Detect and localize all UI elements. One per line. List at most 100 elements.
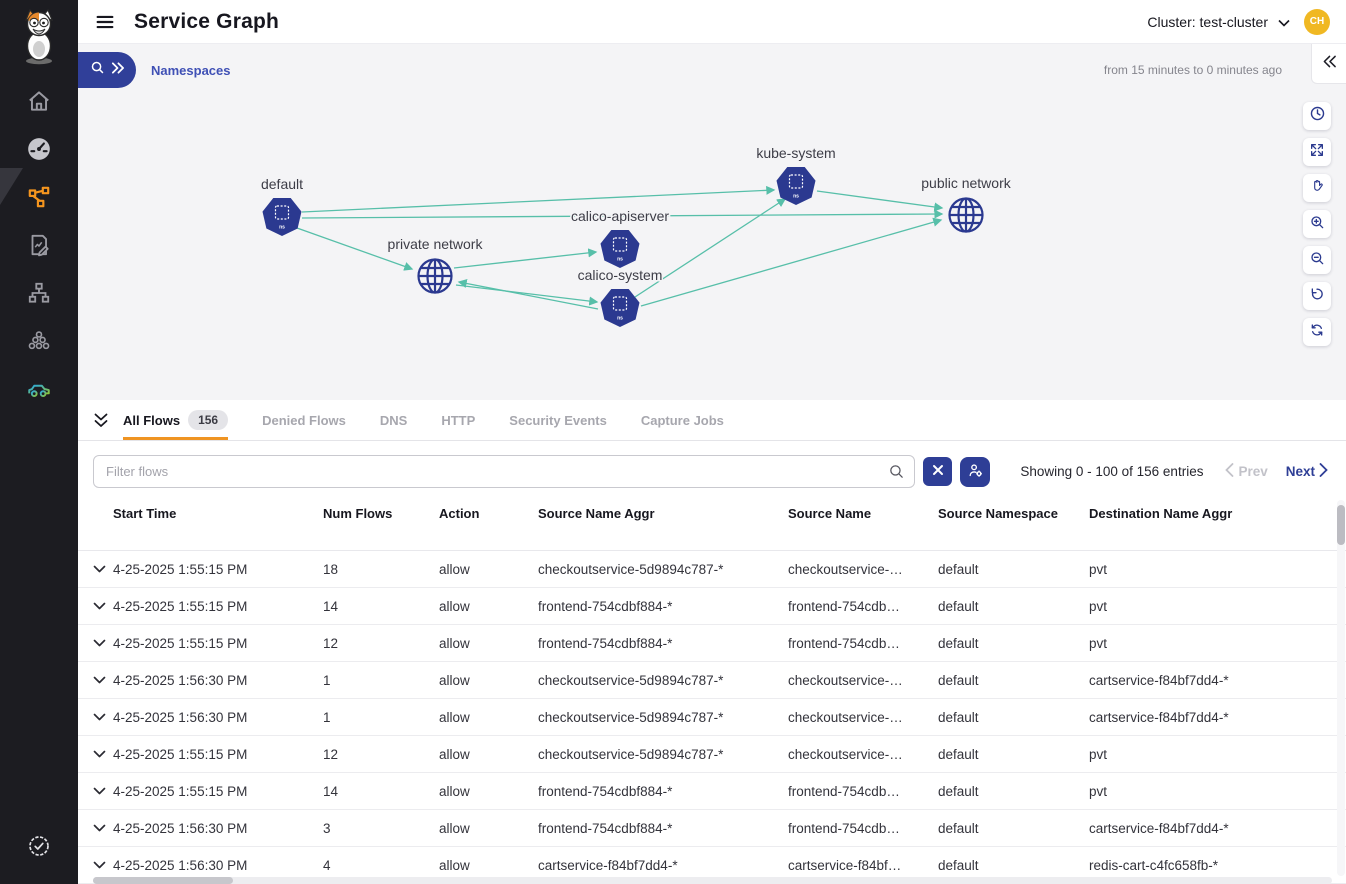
row-expand-chevron-icon[interactable] [93,565,113,574]
graph-edge-private-network-to-calico-system[interactable] [456,285,597,302]
tab-all-flows[interactable]: All Flows156 [123,400,228,440]
column-header[interactable]: Action [439,506,538,550]
vertical-scrollbar[interactable] [1337,500,1345,876]
tab-http[interactable]: HTTP [441,400,475,440]
tab-security-events[interactable]: Security Events [509,400,607,440]
cell-source-name-aggr: frontend-754cdbf884-* [538,821,788,836]
zoom-in-button[interactable] [1303,210,1331,238]
table-row[interactable]: 4-25-2025 1:56:30 PM1allowcheckoutservic… [78,662,1346,699]
cell-source-namespace: default [938,673,1089,688]
sidebar-item-components[interactable] [17,329,61,357]
column-header[interactable]: Num Flows [323,506,439,550]
horizontal-scrollbar[interactable] [93,877,1332,884]
column-header[interactable]: Start Time [113,506,323,550]
graph-node-calico-system[interactable]: nscalico-system [578,267,663,327]
collapse-flows-icon[interactable] [93,412,109,429]
row-expand-chevron-icon[interactable] [93,824,113,833]
column-header[interactable]: Source Name Aggr [538,506,788,550]
sidebar-item-compliance[interactable] [17,834,61,862]
cell-source-name-aggr: frontend-754cdbf884-* [538,599,788,614]
table-row[interactable]: 4-25-2025 1:55:15 PM14allowfrontend-754c… [78,588,1346,625]
table-row[interactable]: 4-25-2025 1:56:30 PM1allowcheckoutservic… [78,699,1346,736]
row-expand-chevron-icon[interactable] [93,787,113,796]
row-expand-chevron-icon[interactable] [93,639,113,648]
page-title: Service Graph [134,10,279,34]
tab-label: Security Events [509,413,607,428]
cell-start-time: 4-25-2025 1:56:30 PM [113,710,323,725]
tab-dns[interactable]: DNS [380,400,407,440]
column-header[interactable]: Destination Name Aggr [1089,506,1332,550]
tab-capture-jobs[interactable]: Capture Jobs [641,400,724,440]
table-row[interactable]: 4-25-2025 1:55:15 PM14allowfrontend-754c… [78,773,1346,810]
pan-button[interactable] [1303,174,1331,202]
collapse-panel-button[interactable] [1311,44,1346,84]
graph-node-default[interactable]: nsdefault [261,176,303,236]
vertical-scrollbar-thumb[interactable] [1337,505,1345,545]
graph-breadcrumb-row: Namespaces from 15 minutes to 0 minutes … [78,50,1346,90]
sidebar-item-policies[interactable] [17,233,61,261]
close-icon [932,464,944,479]
cell-source-namespace: default [938,710,1089,725]
breadcrumb[interactable]: Namespaces [151,63,231,78]
table-row[interactable]: 4-25-2025 1:55:15 PM12allowfrontend-754c… [78,625,1346,662]
cell-num-flows: 1 [323,710,439,725]
sidebar-item-dashboard[interactable] [17,137,61,165]
graph-edge-default-to-kube-system[interactable] [302,190,774,212]
sidebar-item-service-graph[interactable] [17,185,61,213]
filter-flows-input[interactable] [93,455,915,488]
graph-edge-private-network-to-calico-apiserver[interactable] [454,252,596,268]
graph-node-public-network[interactable]: public network [921,175,1011,232]
tab-denied-flows[interactable]: Denied Flows [262,400,346,440]
table-row[interactable]: 4-25-2025 1:55:15 PM18allowcheckoutservi… [78,551,1346,588]
row-expand-chevron-icon[interactable] [93,602,113,611]
table-row[interactable]: 4-25-2025 1:56:30 PM3allowfrontend-754cd… [78,810,1346,847]
row-expand-chevron-icon[interactable] [93,861,113,870]
row-expand-chevron-icon[interactable] [93,713,113,722]
tab-label: All Flows [123,413,180,428]
avatar[interactable]: CH [1304,9,1330,35]
reset-layout-button[interactable] [1303,282,1331,310]
fit-screen-button[interactable] [1303,138,1331,166]
cell-num-flows: 12 [323,747,439,762]
sidebar-item-home[interactable] [17,89,61,117]
flows-table-header: Start TimeNum FlowsActionSource Name Agg… [78,498,1346,551]
car-icon [25,376,53,407]
undo-icon [1309,286,1325,307]
graph-edge-kube-system-to-public-network[interactable] [817,191,942,208]
cell-source-namespace: default [938,747,1089,762]
cell-source-name: checkoutservice-… [788,747,938,762]
graph-toolbar [1303,102,1331,346]
double-chevron-right-icon [111,61,124,79]
cluster-selector[interactable]: Cluster: test-cluster [1147,14,1290,30]
cat-logo[interactable] [18,8,60,71]
graph-search-pill[interactable] [78,52,136,88]
service-graph-canvas[interactable]: nsdefaultprivate networknscalico-apiserv… [78,44,1346,400]
clear-filter-button[interactable] [923,457,952,486]
time-machine-button[interactable] [1303,102,1331,130]
hamburger-menu-icon[interactable] [94,11,116,33]
column-header[interactable]: Source Namespace [938,506,1089,550]
sidebar-item-vehicle[interactable] [17,377,61,405]
graph-edge-calico-system-to-private-network[interactable] [459,282,598,309]
table-row[interactable]: 4-25-2025 1:55:15 PM12allowcheckoutservi… [78,736,1346,773]
prev-page-button[interactable]: Prev [1225,463,1267,480]
cell-num-flows: 12 [323,636,439,651]
customize-columns-button[interactable] [960,457,990,487]
cell-source-namespace: default [938,858,1089,873]
cell-start-time: 4-25-2025 1:56:30 PM [113,821,323,836]
time-range-label: from 15 minutes to 0 minutes ago [1104,63,1282,77]
zoom-out-button[interactable] [1303,246,1331,274]
cell-source-name-aggr: cartservice-f84bf7dd4-* [538,858,788,873]
graph-node-kube-system[interactable]: nskube-system [756,145,835,205]
service-graph-svg[interactable]: nsdefaultprivate networknscalico-apiserv… [78,44,1346,400]
next-page-button[interactable]: Next [1286,463,1328,480]
refresh-button[interactable] [1303,318,1331,346]
home-icon [26,88,52,119]
row-expand-chevron-icon[interactable] [93,750,113,759]
cell-source-name-aggr: checkoutservice-5d9894c787-* [538,710,788,725]
graph-node-calico-apiserver[interactable]: nscalico-apiserver [571,208,669,268]
sidebar-item-network-sets[interactable] [17,281,61,309]
column-header[interactable]: Source Name [788,506,938,550]
row-expand-chevron-icon[interactable] [93,676,113,685]
horizontal-scrollbar-thumb[interactable] [93,877,233,884]
